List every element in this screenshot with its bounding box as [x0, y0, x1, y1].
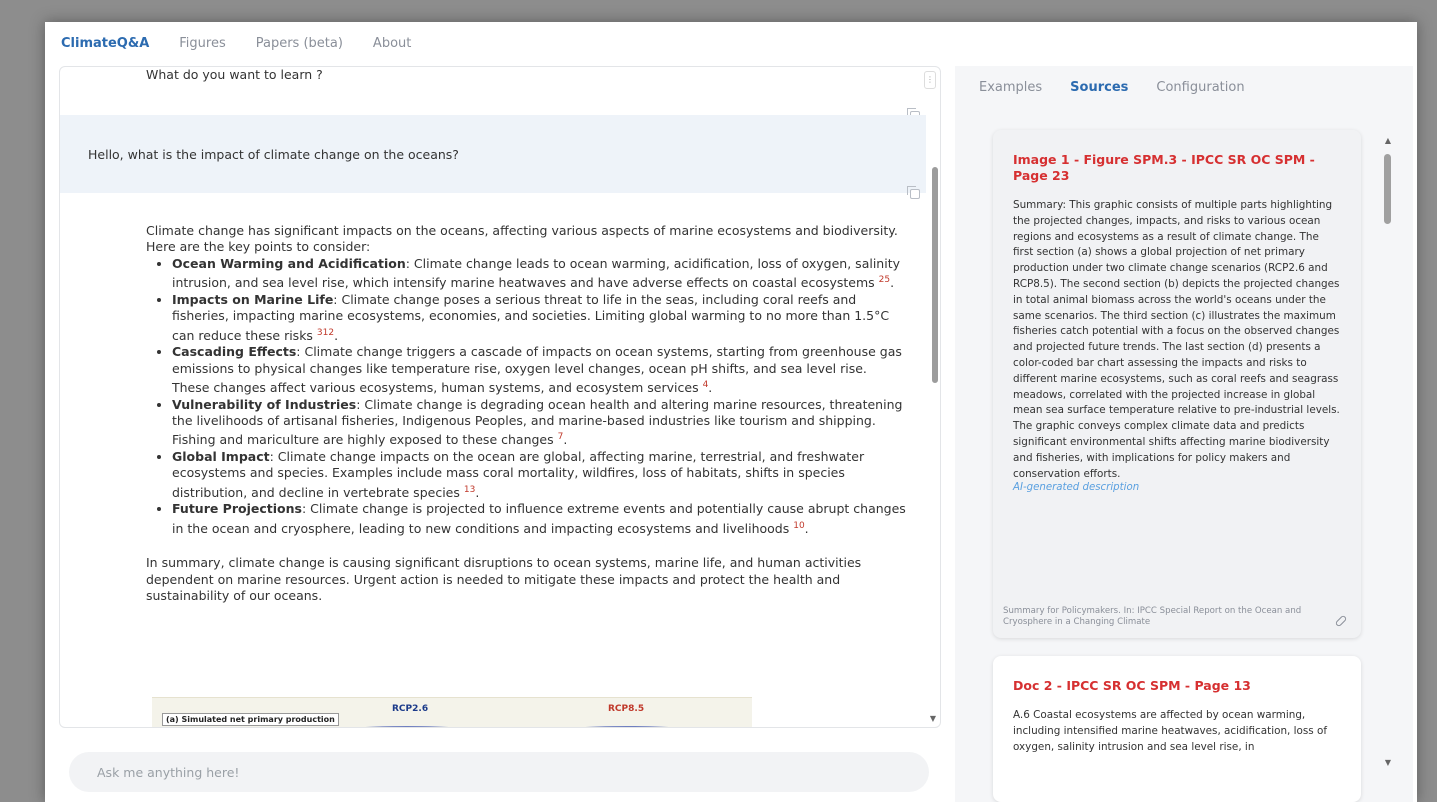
ai-generated-note: AI-generated description — [1013, 482, 1140, 494]
citation-link[interactable]: 312 — [317, 328, 334, 338]
source-card: Image 1 - Figure SPM.3 - IPCC SR OC SPM … — [993, 130, 1361, 638]
figure-label-rcp85: RCP8.5 — [608, 704, 645, 714]
ask-input[interactable] — [69, 752, 929, 792]
chat-scrollbar[interactable] — [932, 167, 938, 383]
tab-sources[interactable]: Sources — [1070, 80, 1128, 101]
scroll-up-icon[interactable]: ▲ — [1385, 136, 1391, 145]
nav-tab-figures[interactable]: Figures — [179, 36, 225, 51]
source-title: Image 1 - Figure SPM.3 - IPCC SR OC SPM … — [1013, 152, 1315, 183]
scroll-down-icon[interactable]: ▼ — [1385, 758, 1391, 767]
user-message-text: Hello, what is the impact of climate cha… — [88, 147, 459, 162]
source-summary: Summary: This graphic consists of multip… — [1013, 199, 1340, 480]
answer-bullet: Ocean Warming and Acidification: Climate… — [172, 256, 906, 292]
top-nav: ClimateQ&A Figures Papers (beta) About — [61, 36, 411, 51]
source-excerpt: A.6 Coastal ecosystems are affected by o… — [1013, 709, 1328, 753]
citation-link[interactable]: 10 — [793, 521, 804, 531]
answer-bullet: Future Projections: Climate change is pr… — [172, 501, 906, 537]
source-card: Doc 2 - IPCC SR OC SPM - Page 13 A.6 Coa… — [993, 656, 1361, 802]
figure-label-rcp26: RCP2.6 — [392, 704, 429, 714]
user-message: Hello, what is the impact of climate cha… — [60, 115, 926, 193]
nav-tab-papers[interactable]: Papers (beta) — [256, 36, 343, 51]
figure-panel-label: (a) Simulated net primary production — [162, 713, 339, 726]
answer-bullet: Vulnerability of Industries: Climate cha… — [172, 397, 906, 449]
nav-tab-climateqa[interactable]: ClimateQ&A — [61, 36, 149, 51]
tab-examples[interactable]: Examples — [979, 80, 1042, 101]
answer-intro: Climate change has significant impacts o… — [146, 223, 898, 255]
tab-configuration[interactable]: Configuration — [1156, 80, 1244, 101]
answer-figure: (a) Simulated net primary production RCP… — [152, 697, 752, 727]
link-icon[interactable] — [1334, 614, 1348, 628]
citation-link[interactable]: 25 — [879, 275, 890, 285]
answer-bullet: Cascading Effects: Climate change trigge… — [172, 344, 906, 396]
scroll-down-icon[interactable]: ▼ — [930, 714, 936, 723]
figure-map-shape — [552, 726, 702, 727]
source-footer: Summary for Policymakers. In: IPCC Speci… — [1003, 606, 1302, 627]
app-window: ClimateQ&A Figures Papers (beta) About W… — [45, 22, 1417, 802]
right-panel: Examples Sources Configuration ▲ ▼ Image… — [955, 66, 1413, 802]
source-title: Doc 2 - IPCC SR OC SPM - Page 13 — [1013, 678, 1251, 693]
previous-question: What do you want to learn ? — [146, 67, 323, 82]
bot-answer: Climate change has significant impacts o… — [146, 223, 906, 604]
chat-panel[interactable]: What do you want to learn ? ⋮ Hello, wha… — [59, 66, 941, 728]
answer-summary: In summary, climate change is causing si… — [146, 555, 862, 604]
figure-map-shape — [332, 726, 482, 727]
scroll-handle-icon[interactable]: ⋮ — [924, 71, 936, 89]
answer-bullets: Ocean Warming and Acidification: Climate… — [172, 256, 906, 537]
citation-link[interactable]: 13 — [464, 485, 475, 495]
answer-bullet: Impacts on Marine Life: Climate change p… — [172, 292, 906, 344]
sources-scrollbar[interactable] — [1384, 154, 1391, 224]
nav-tab-about[interactable]: About — [373, 36, 411, 51]
answer-bullet: Global Impact: Climate change impacts on… — [172, 449, 906, 501]
right-tabs: Examples Sources Configuration — [979, 80, 1245, 101]
copy-icon[interactable] — [907, 186, 920, 199]
